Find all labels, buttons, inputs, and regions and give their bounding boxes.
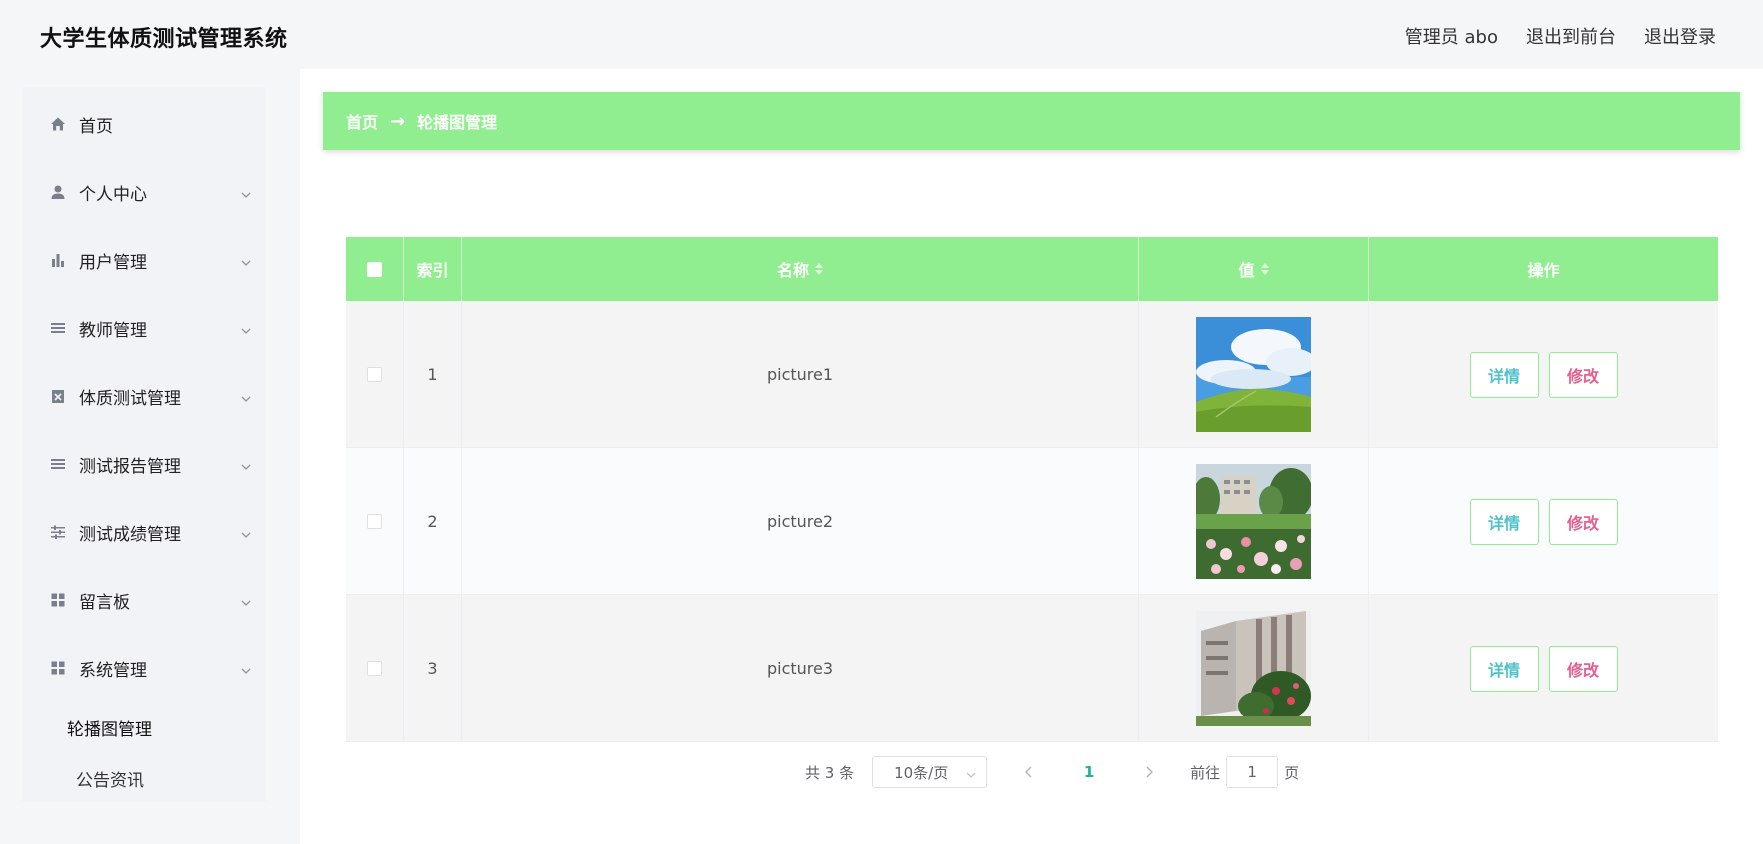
chevron-down-icon: [240, 662, 252, 674]
edit-button[interactable]: 修改: [1548, 498, 1618, 545]
row-value-cell: [1139, 301, 1369, 448]
submenu-item-announcements[interactable]: 公告资讯: [76, 766, 144, 791]
chevron-down-icon: [240, 390, 252, 402]
sidebar-item-label: 测试成绩管理: [79, 524, 181, 545]
sidebar-item-user-management[interactable]: 用户管理: [22, 226, 266, 294]
sidebar-item-personal-center[interactable]: 个人中心: [22, 158, 266, 226]
row-actions: 详情 修改: [1369, 595, 1718, 742]
exit-to-front-link[interactable]: 退出到前台: [1526, 23, 1616, 49]
prev-page-button[interactable]: [1014, 766, 1044, 778]
column-header-index: 索引: [404, 237, 462, 301]
sidebar-item-test-score-management[interactable]: 测试成绩管理: [22, 498, 266, 566]
row-select-cell: [346, 595, 404, 742]
sidebar-item-label: 体质测试管理: [79, 388, 181, 409]
sky-hill-image[interactable]: [1196, 317, 1311, 432]
sidebar-item-message-board[interactable]: 留言板: [22, 566, 266, 634]
sidebar-item-label: 用户管理: [79, 252, 147, 273]
sort-icon[interactable]: [1260, 263, 1269, 275]
chevron-down-icon: [240, 458, 252, 470]
grid-icon: [50, 660, 66, 676]
table-row: 1 picture1 详情 修改: [346, 301, 1718, 448]
header-actions: 管理员 abo 退出到前台 退出登录: [1405, 23, 1716, 49]
chevron-down-icon: [240, 254, 252, 266]
bar-chart-icon: [50, 252, 66, 268]
sidebar-item-home[interactable]: 首页: [22, 90, 266, 158]
goto-page-input[interactable]: [1226, 756, 1279, 788]
pagination-total: 共 3 条: [805, 763, 855, 782]
row-index: 1: [404, 301, 462, 448]
select-all-cell: [346, 237, 404, 301]
row-value-cell: [1139, 595, 1369, 742]
next-page-button[interactable]: [1134, 766, 1164, 778]
table-row: 2 picture2 详情 修改: [346, 448, 1718, 595]
detail-button[interactable]: 详情: [1469, 498, 1539, 545]
pagination: 共 3 条 10条/页 1 前往 页: [805, 756, 1299, 788]
sidebar-item-label: 系统管理: [79, 660, 147, 681]
top-header: 大学生体质测试管理系统 管理员 abo 退出到前台 退出登录: [0, 0, 1763, 69]
page-size-value: 10条/页: [894, 763, 949, 782]
sliders-icon: [50, 524, 66, 540]
sidebar-item-label: 首页: [79, 116, 113, 137]
list-icon: [50, 320, 66, 336]
breadcrumb-current: 轮播图管理: [417, 113, 498, 132]
sidebar-item-teacher-management[interactable]: 教师管理: [22, 294, 266, 362]
user-icon: [50, 184, 66, 200]
page-number-current[interactable]: 1: [1074, 763, 1104, 781]
chevron-down-icon: [240, 186, 252, 198]
page-size-select[interactable]: 10条/页: [872, 756, 988, 788]
chevron-down-icon: [240, 526, 252, 538]
row-select-cell: [346, 448, 404, 595]
detail-button[interactable]: 详情: [1469, 645, 1539, 692]
building-trees-image[interactable]: [1196, 611, 1311, 726]
admin-user-label[interactable]: 管理员 abo: [1405, 23, 1498, 49]
submenu-item-carousel-management[interactable]: 轮播图管理: [67, 715, 152, 740]
home-icon: [50, 116, 66, 132]
chevron-down-icon: [240, 322, 252, 334]
sidebar-item-system-management[interactable]: 系统管理: [22, 634, 266, 702]
breadcrumb-home[interactable]: 首页: [346, 109, 378, 133]
sidebar-item-label: 教师管理: [79, 320, 147, 341]
table-row: 3 picture3 详情 修改: [346, 595, 1718, 742]
chevron-down-icon: [965, 767, 977, 785]
row-actions: 详情 修改: [1369, 448, 1718, 595]
sort-icon[interactable]: [815, 263, 823, 275]
edit-button[interactable]: 修改: [1548, 645, 1618, 692]
row-select-cell: [346, 301, 404, 448]
breadcrumb: 首页 → 轮播图管理: [323, 92, 1740, 150]
column-header-actions: 操作: [1527, 261, 1560, 280]
row-name: picture3: [462, 595, 1139, 742]
row-index: 3: [404, 595, 462, 742]
row-checkbox[interactable]: [367, 514, 382, 529]
sidebar-item-label: 个人中心: [79, 184, 147, 205]
page-suffix: 页: [1284, 763, 1300, 782]
clipboard-icon: [50, 388, 66, 404]
sidebar-item-label: 测试报告管理: [79, 456, 181, 477]
sidebar-item-fitness-test-management[interactable]: 体质测试管理: [22, 362, 266, 430]
sidebar-item-test-report-management[interactable]: 测试报告管理: [22, 430, 266, 498]
row-name: picture1: [462, 301, 1139, 448]
grid-icon: [50, 592, 66, 608]
campus-flowers-image[interactable]: [1196, 464, 1311, 579]
breadcrumb-arrow-icon: →: [390, 110, 406, 132]
detail-button[interactable]: 详情: [1469, 351, 1539, 398]
row-checkbox[interactable]: [367, 367, 382, 382]
row-index: 2: [404, 448, 462, 595]
list-icon: [50, 456, 66, 472]
select-all-checkbox[interactable]: [367, 261, 382, 277]
table-header: 索引 名称 值 操作: [346, 237, 1718, 301]
edit-button[interactable]: 修改: [1548, 351, 1618, 398]
column-header-value[interactable]: 值: [1139, 237, 1369, 301]
row-actions: 详情 修改: [1369, 301, 1718, 448]
sidebar-item-label: 留言板: [79, 592, 130, 613]
logout-link[interactable]: 退出登录: [1644, 23, 1716, 49]
app-title: 大学生体质测试管理系统: [40, 27, 288, 52]
chevron-down-icon: [240, 594, 252, 606]
goto-label: 前往: [1190, 763, 1221, 782]
sidebar-menu: 首页 个人中心 用户管理 教师管理 体质测试管理 测试报告管理 测试成绩管理 留…: [22, 87, 266, 802]
column-header-name[interactable]: 名称: [462, 237, 1139, 301]
row-checkbox[interactable]: [367, 661, 382, 676]
row-value-cell: [1139, 448, 1369, 595]
row-name: picture2: [462, 448, 1139, 595]
